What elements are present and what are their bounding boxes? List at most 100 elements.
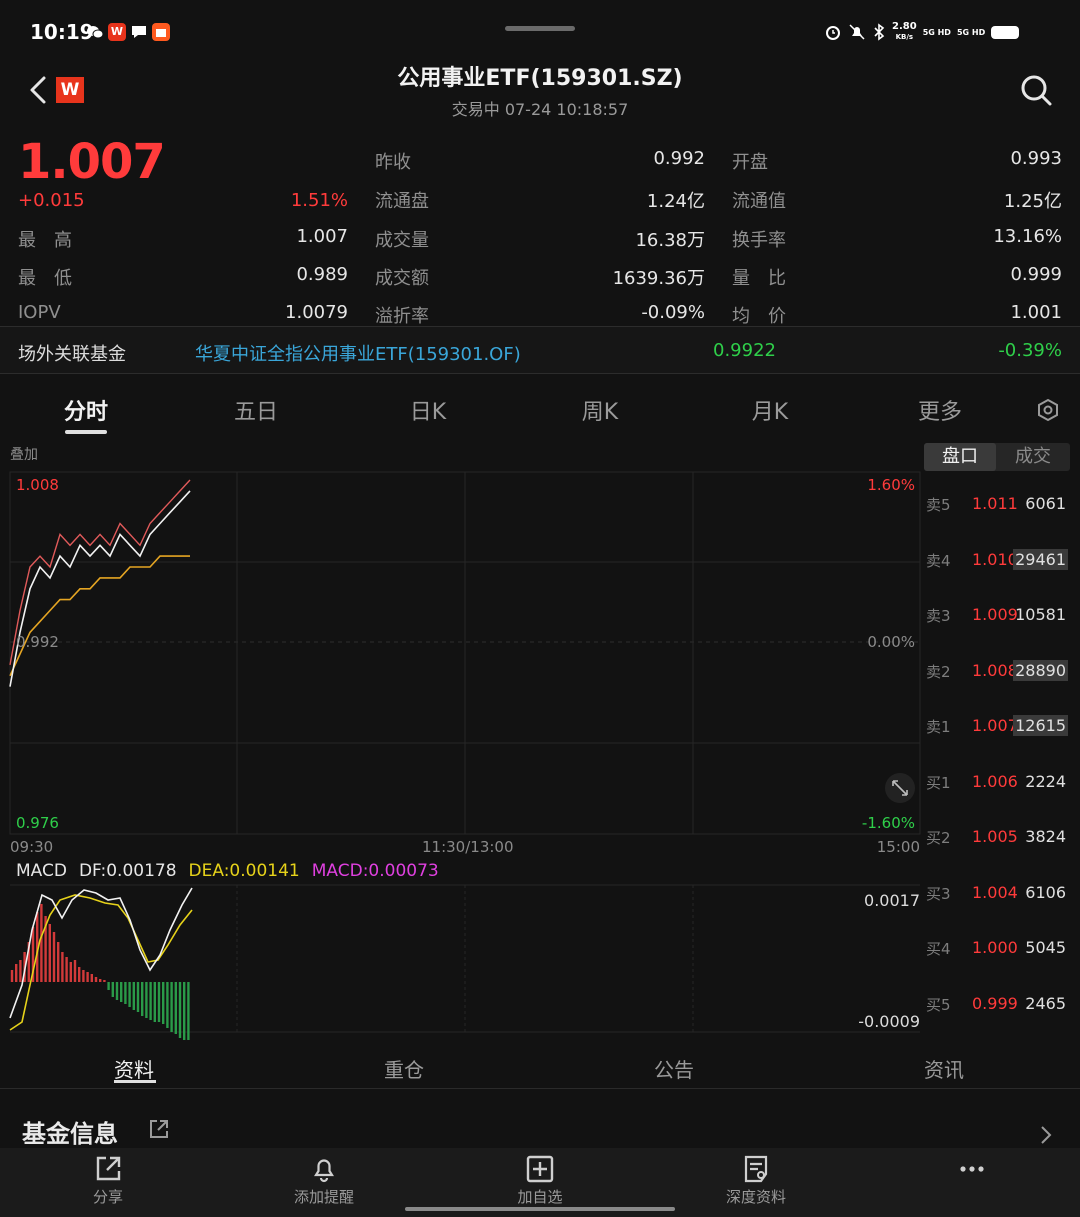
order-level-label: 买4 xyxy=(926,940,951,958)
nav-more[interactable] xyxy=(912,1150,1032,1184)
order-level-label: 卖2 xyxy=(926,662,951,681)
nav-share-label: 分享 xyxy=(92,1188,123,1206)
linked-fund-nav: 0.9922 xyxy=(713,340,776,361)
trading-status: 交易中 07-24 10:18:57 xyxy=(451,100,629,119)
fund-info-title[interactable]: 基金信息 xyxy=(22,1114,118,1149)
order-book-row-bid[interactable]: 买3 1.004 6106 xyxy=(924,881,1070,905)
page-title: 公用事业ETF(159301.SZ) xyxy=(397,66,683,91)
pct-axis-low: -1.60% xyxy=(861,814,915,832)
nav-add-watchlist-label: 加自选 xyxy=(517,1188,563,1206)
tab-five-day[interactable]: 五日 xyxy=(230,394,282,426)
price-change-pct: 1.51% xyxy=(290,190,348,211)
tab-intraday[interactable]: 分时 xyxy=(60,394,112,426)
linked-fund-row[interactable]: 场外关联基金 华夏中证全指公用事业ETF(159301.OF) 0.9922 -… xyxy=(0,326,1080,374)
quote-value-high: 1.007 xyxy=(296,226,348,247)
expand-chart-icon[interactable] xyxy=(885,773,915,803)
report-icon xyxy=(744,1155,768,1183)
quote-label-amount: 成交额 xyxy=(375,268,429,289)
tab-more[interactable]: 更多 xyxy=(912,394,968,426)
divider xyxy=(0,1088,1080,1089)
order-book-row-ask[interactable]: 卖3 1.009 10581 xyxy=(924,603,1070,627)
nav-deep-research[interactable]: 深度资料 xyxy=(696,1150,816,1207)
order-book-row-bid[interactable]: 买4 1.000 5045 xyxy=(924,936,1070,960)
chart-settings-icon[interactable] xyxy=(1036,398,1060,422)
order-level-label: 买2 xyxy=(926,829,951,847)
chevron-right-icon[interactable] xyxy=(1038,1124,1054,1146)
quote-label-prev-close: 昨收 xyxy=(375,152,411,173)
tab-announcements[interactable]: 公告 xyxy=(654,1054,694,1083)
order-book-row-bid[interactable]: 买2 1.005 3824 xyxy=(924,825,1070,849)
quote-value-iopv: 1.0079 xyxy=(285,302,348,323)
order-price: 1.006 xyxy=(972,771,1018,791)
order-level-label: 卖4 xyxy=(926,551,951,570)
macd-dea: DEA:0.00141 xyxy=(188,861,300,881)
quote-label-high: 最 高 xyxy=(18,230,72,251)
shopping-app-icon xyxy=(152,23,170,41)
order-book-row-bid[interactable]: 买5 0.999 2465 xyxy=(924,992,1070,1016)
linked-fund-name[interactable]: 华夏中证全指公用事业ETF(159301.OF) xyxy=(195,340,521,366)
battery-icon xyxy=(991,25,1020,39)
share-icon xyxy=(96,1156,121,1181)
macd-name: MACD xyxy=(16,861,67,881)
order-price: 1.009 xyxy=(972,605,1018,624)
order-level-label: 卖3 xyxy=(926,607,951,625)
quote-value-prev-close: 0.992 xyxy=(653,148,705,169)
order-level-label: 卖1 xyxy=(926,718,951,736)
order-volume: 6061 xyxy=(1025,494,1066,513)
price-axis-high: 1.008 xyxy=(16,476,59,494)
quote-label-open: 开盘 xyxy=(732,152,768,173)
quote-label-volume-ratio: 量 比 xyxy=(732,268,786,289)
quote-value-volume-ratio: 0.999 xyxy=(1010,264,1062,285)
search-icon[interactable] xyxy=(1018,72,1054,108)
tab-weekly-k[interactable]: 周K xyxy=(572,394,628,426)
external-link-icon[interactable] xyxy=(148,1118,170,1140)
order-book-row-bid[interactable]: 买1 1.006 2224 xyxy=(924,770,1070,794)
tab-profile[interactable]: 资料 xyxy=(114,1054,154,1083)
quote-label-float-shares: 流通盘 xyxy=(375,191,429,212)
price-axis-low: 0.976 xyxy=(16,814,59,832)
macd-legend[interactable]: MACD DF:0.00178 DEA:0.00141 MACD:0.00073 xyxy=(16,861,439,881)
order-book-row-ask[interactable]: 卖1 1.007 12615 xyxy=(924,714,1070,738)
nav-add-alert-label: 添加提醒 xyxy=(293,1188,354,1206)
quote-label-avg-price: 均 价 xyxy=(732,306,786,327)
overlay-label[interactable]: 叠加 xyxy=(10,444,38,464)
tab-monthly-k[interactable]: 月K xyxy=(742,394,798,426)
home-indicator xyxy=(405,1207,675,1211)
tab-news[interactable]: 资讯 xyxy=(924,1054,964,1083)
order-level-label: 买1 xyxy=(926,773,951,792)
tab-order-book[interactable]: 盘口 xyxy=(924,443,996,471)
bluetooth-icon xyxy=(874,23,885,41)
linked-fund-change: -0.39% xyxy=(998,340,1062,361)
tab-active-indicator xyxy=(65,430,107,434)
quote-label-low: 最 低 xyxy=(18,268,72,289)
order-book-row-ask[interactable]: 卖4 1.010 29461 xyxy=(924,548,1070,572)
order-price: 1.008 xyxy=(972,660,1018,680)
order-price: 0.999 xyxy=(972,993,1018,1013)
macd-axis-top: 0.0017 xyxy=(864,891,920,910)
quote-value-premium: -0.09% xyxy=(641,302,705,323)
order-price: 1.004 xyxy=(972,882,1018,902)
price-line xyxy=(9,490,191,687)
order-price: 1.010 xyxy=(972,549,1018,569)
status-time: 10:19 xyxy=(30,20,94,44)
order-volume: 5045 xyxy=(1025,938,1066,957)
intraday-chart[interactable] xyxy=(0,440,1080,1040)
tab-trades[interactable]: 成交 xyxy=(998,443,1068,471)
nav-add-watchlist[interactable]: 加自选 xyxy=(480,1150,600,1207)
time-axis-start: 09:30 xyxy=(10,838,54,856)
order-volume: 6106 xyxy=(1025,882,1066,902)
order-book-row-ask[interactable]: 卖2 1.008 28890 xyxy=(924,659,1070,683)
quote-label-volume: 成交量 xyxy=(375,230,429,251)
order-level-label: 买5 xyxy=(926,995,951,1014)
quote-value-float-shares: 1.24亿 xyxy=(646,191,705,212)
order-book-row-ask[interactable]: 卖5 1.011 6061 xyxy=(924,492,1070,516)
nav-add-alert[interactable]: 添加提醒 xyxy=(264,1150,384,1207)
tab-daily-k[interactable]: 日K xyxy=(400,394,456,426)
order-price: 1.000 xyxy=(972,938,1018,957)
window-handle xyxy=(505,26,575,31)
order-price: 1.011 xyxy=(972,494,1018,513)
macd-value: MACD:0.00073 xyxy=(311,861,439,881)
tab-holdings[interactable]: 重仓 xyxy=(384,1054,424,1083)
nav-share[interactable]: 分享 xyxy=(48,1150,168,1207)
quote-label-float-value: 流通值 xyxy=(732,191,786,212)
